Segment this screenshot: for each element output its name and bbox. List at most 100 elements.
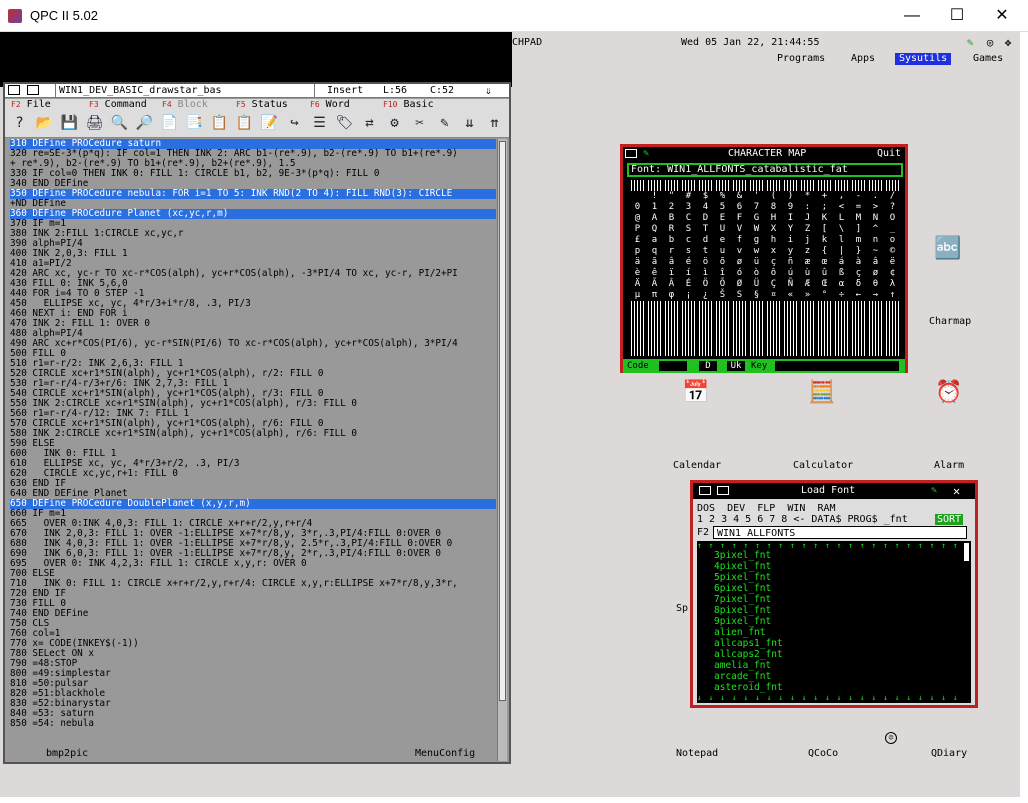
char-cell[interactable] (663, 180, 680, 191)
char-cell[interactable]: μ (629, 290, 646, 301)
char-cell[interactable] (680, 323, 697, 334)
char-cell[interactable]: + (816, 191, 833, 202)
code-line[interactable]: 360 DEFine PROCedure Planet (xc,yc,r,m) (10, 209, 496, 219)
char-cell[interactable] (731, 301, 748, 312)
menu-programs[interactable]: Programs (773, 53, 829, 65)
char-cell[interactable]: 7 (748, 202, 765, 213)
char-cell[interactable]: è (629, 268, 646, 279)
char-cell[interactable]: ì (697, 268, 714, 279)
char-cell[interactable]: α (833, 279, 850, 290)
char-cell[interactable]: 9 (782, 202, 799, 213)
char-cell[interactable]: 5 (714, 202, 731, 213)
toolbar-tool-icon[interactable]: 📝 (259, 113, 280, 134)
char-cell[interactable]: g (748, 235, 765, 246)
char-cell[interactable]: $ (697, 191, 714, 202)
char-cell[interactable]: N (867, 213, 884, 224)
font-file-item[interactable]: 4pixel_fnt (697, 561, 963, 572)
char-cell[interactable]: v (731, 246, 748, 257)
char-cell[interactable] (867, 180, 884, 191)
char-cell[interactable]: S (731, 290, 748, 301)
char-cell[interactable]: ü (748, 257, 765, 268)
char-cell[interactable]: " (663, 191, 680, 202)
calendar-label[interactable]: Calendar (673, 460, 721, 471)
toolbar-tool-icon[interactable]: ⚙ (384, 113, 405, 134)
font-file-item[interactable]: 8pixel_fnt (697, 605, 963, 616)
char-cell[interactable] (782, 180, 799, 191)
scroll-thumb[interactable] (499, 141, 506, 701)
char-cell[interactable]: X (765, 224, 782, 235)
char-cell[interactable]: » (799, 290, 816, 301)
font-file-item[interactable]: 9pixel_fnt (697, 616, 963, 627)
char-cell[interactable]: a (646, 235, 663, 246)
code-line[interactable]: 490 ARC xc+r*COS(PI/6), yc-r*SIN(PI/6) T… (10, 339, 496, 349)
font-file-item[interactable]: asteroid_fnt (697, 682, 963, 693)
char-cell[interactable]: õ (714, 257, 731, 268)
code-line[interactable]: 650 DEFine PROCedure DoublePlanet (x,y,r… (10, 499, 496, 509)
char-cell[interactable] (748, 345, 765, 356)
char-cell[interactable]: 4 (697, 202, 714, 213)
qcoco-label[interactable]: QCoCo (808, 748, 838, 759)
char-cell[interactable]: m (850, 235, 867, 246)
toolbar-tool-icon[interactable]: ? (9, 113, 30, 134)
char-cell[interactable] (680, 312, 697, 323)
char-cell[interactable] (884, 180, 901, 191)
toolbar-tool-icon[interactable]: 📋 (234, 113, 255, 134)
char-cell[interactable]: R (663, 224, 680, 235)
char-cell[interactable] (714, 334, 731, 345)
code-line[interactable]: 350 DEFine PROCedure nebula: FOR i=1 TO … (10, 189, 496, 199)
char-cell[interactable]: x (765, 246, 782, 257)
char-cell[interactable]: ° (816, 290, 833, 301)
char-cell[interactable] (765, 180, 782, 191)
file-list-scrollbar[interactable] (963, 541, 971, 703)
menu-block[interactable]: F4 Block (162, 99, 208, 111)
editor-scrollbar[interactable] (497, 139, 507, 761)
char-cell[interactable] (629, 312, 646, 323)
char-cell[interactable] (646, 312, 663, 323)
char-cell[interactable] (867, 312, 884, 323)
char-cell[interactable]: £ (629, 235, 646, 246)
window-resize-icon[interactable] (27, 85, 39, 95)
char-cell[interactable] (765, 345, 782, 356)
char-cell[interactable] (697, 323, 714, 334)
char-cell[interactable]: Š (714, 290, 731, 301)
decimal-toggle[interactable]: D (699, 361, 717, 371)
char-cell[interactable]: / (884, 191, 901, 202)
char-cell[interactable]: à (850, 257, 867, 268)
font-file-item[interactable]: amelia_fnt (697, 660, 963, 671)
alarm-label[interactable]: Alarm (934, 460, 964, 471)
char-cell[interactable]: r (663, 246, 680, 257)
toolbar-tool-icon[interactable]: 📂 (34, 113, 55, 134)
char-cell[interactable] (629, 323, 646, 334)
quit-button[interactable]: Quit (877, 147, 901, 160)
char-cell[interactable]: S (680, 224, 697, 235)
char-cell[interactable]: K (816, 213, 833, 224)
char-cell[interactable]: i (782, 235, 799, 246)
maximize-button[interactable]: ☐ (937, 4, 977, 28)
code-line[interactable]: 710 INK 0: FILL 1: CIRCLE x+r+r/2,y,r+r/… (10, 579, 496, 589)
char-cell[interactable] (697, 312, 714, 323)
char-cell[interactable] (867, 301, 884, 312)
char-cell[interactable] (697, 180, 714, 191)
char-cell[interactable]: G (748, 213, 765, 224)
char-cell[interactable]: ] (850, 224, 867, 235)
char-cell[interactable]: Ñ (782, 279, 799, 290)
char-cell[interactable]: P (629, 224, 646, 235)
char-cell[interactable] (816, 345, 833, 356)
char-cell[interactable]: ó (731, 268, 748, 279)
char-cell[interactable]: ¡ (680, 290, 697, 301)
char-cell[interactable] (697, 334, 714, 345)
toolbar-tool-icon[interactable]: ⇄ (359, 113, 380, 134)
sort-button[interactable]: SORT (935, 514, 964, 525)
char-cell[interactable]: ö (697, 257, 714, 268)
char-cell[interactable]: # (680, 191, 697, 202)
char-cell[interactable]: t (697, 246, 714, 257)
char-cell[interactable] (646, 301, 663, 312)
char-cell[interactable] (714, 180, 731, 191)
char-cell[interactable]: φ (663, 290, 680, 301)
device-ram[interactable]: RAM (817, 503, 835, 514)
char-cell[interactable] (714, 345, 731, 356)
code-line[interactable]: 620 CIRCLE xc,yc,r+1: FILL 0 (10, 469, 496, 479)
char-cell[interactable]: ä (629, 257, 646, 268)
toolbar-tool-icon[interactable]: 💾 (59, 113, 80, 134)
char-cell[interactable] (799, 345, 816, 356)
